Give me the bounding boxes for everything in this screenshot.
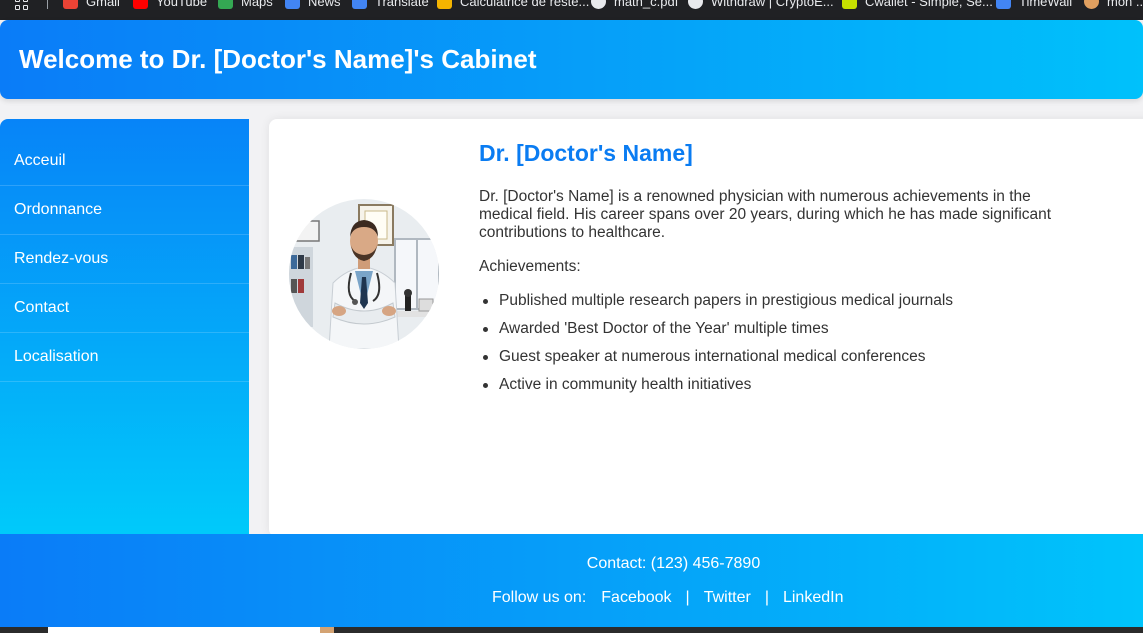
- bookmark-item[interactable]: Translate: [352, 0, 429, 10]
- cwallet-icon: [842, 0, 857, 9]
- facebook-link[interactable]: Facebook: [601, 589, 671, 607]
- bookmark-label: News: [308, 0, 341, 9]
- footer-social-links: Follow us on: Facebook | Twitter | Linke…: [492, 589, 843, 607]
- site-header: Welcome to Dr. [Doctor's Name]'s Cabinet: [0, 20, 1143, 99]
- bookmark-item[interactable]: math_c.pdf: [591, 0, 678, 10]
- bookmark-item[interactable]: Calculatrice de reste...: [437, 0, 589, 10]
- footer-contact: Contact: (123) 456-7890: [586, 555, 761, 572]
- bookmark-item[interactable]: Maps: [218, 0, 273, 10]
- bookmark-label: Calculatrice de reste...: [460, 0, 590, 9]
- twitter-link[interactable]: Twitter: [704, 589, 751, 607]
- globe-icon: [591, 0, 606, 9]
- list-item: Guest speaker at numerous international …: [479, 348, 1079, 376]
- site-footer: Contact: (123) 456-7890 Follow us on: Fa…: [0, 534, 1143, 627]
- link-separator: |: [764, 589, 769, 606]
- list-item: Active in community health initiatives: [479, 376, 1079, 404]
- news-icon: [285, 0, 300, 9]
- link-separator: |: [685, 589, 690, 606]
- profile-icon: [1084, 0, 1099, 9]
- maps-icon: [218, 0, 233, 9]
- globe-icon: [688, 0, 703, 9]
- list-item: Awarded 'Best Doctor of the Year' multip…: [479, 320, 1079, 348]
- apps-icon[interactable]: [15, 0, 28, 10]
- bookmarks-separator: [47, 0, 48, 9]
- linkedin-link[interactable]: LinkedIn: [783, 589, 844, 607]
- sidebar-item-localisation[interactable]: Localisation: [0, 333, 249, 382]
- sidebar-item-acceuil[interactable]: Acceuil: [0, 137, 249, 186]
- bookmark-item[interactable]: TimeWall: [996, 0, 1072, 10]
- page-title: Welcome to Dr. [Doctor's Name]'s Cabinet: [19, 44, 537, 74]
- list-item: Published multiple research papers in pr…: [479, 292, 1079, 320]
- bookmark-label: mon ..: [1107, 0, 1143, 9]
- doctor-name-heading: Dr. [Doctor's Name]: [479, 140, 693, 166]
- bookmark-item[interactable]: News: [285, 0, 341, 10]
- doctor-photo: [289, 199, 439, 349]
- bookmark-label: Withdraw | CryptoE...: [711, 0, 834, 9]
- bookmark-item[interactable]: Withdraw | CryptoE...: [688, 0, 834, 10]
- calculator-icon: [437, 0, 452, 9]
- follow-label: Follow us on:: [492, 589, 587, 606]
- gmail-icon: [63, 0, 78, 9]
- youtube-icon: [133, 0, 148, 9]
- bookmark-label: Gmail: [86, 0, 120, 9]
- bookmark-item[interactable]: mon ..: [1084, 0, 1143, 10]
- achievements-label: Achievements:: [479, 258, 581, 275]
- bookmark-item[interactable]: Gmail: [63, 0, 120, 10]
- bookmark-label: math_c.pdf: [614, 0, 679, 9]
- translate-icon: [352, 0, 367, 9]
- bookmark-item[interactable]: YouTube: [133, 0, 207, 10]
- bookmark-label: TimeWall: [1019, 0, 1073, 9]
- achievements-list: Published multiple research papers in pr…: [479, 292, 1079, 404]
- bookmark-label: YouTube: [156, 0, 208, 9]
- bookmark-label: Cwallet - Simple, Se...: [865, 0, 993, 9]
- bottom-strip: [0, 627, 1143, 633]
- timewall-icon: [996, 0, 1011, 9]
- bookmark-label: Maps: [241, 0, 273, 9]
- bookmark-item[interactable]: Cwallet - Simple, Se...: [842, 0, 993, 10]
- doctor-profile-card: Dr. [Doctor's Name] Dr. [Doctor's Name] …: [269, 119, 1143, 537]
- doctor-bio: Dr. [Doctor's Name] is a renowned physic…: [479, 188, 1052, 241]
- sidebar-item-rendez-vous[interactable]: Rendez-vous: [0, 235, 249, 284]
- bookmarks-bar: Gmail YouTube Maps News Translate Calculatric…: [0, 0, 1143, 20]
- sidebar: Acceuil Ordonnance Rendez-vous Contact L…: [0, 119, 249, 534]
- sidebar-item-ordonnance[interactable]: Ordonnance: [0, 186, 249, 235]
- bookmark-label: Translate: [375, 0, 429, 9]
- sidebar-item-contact[interactable]: Contact: [0, 284, 249, 333]
